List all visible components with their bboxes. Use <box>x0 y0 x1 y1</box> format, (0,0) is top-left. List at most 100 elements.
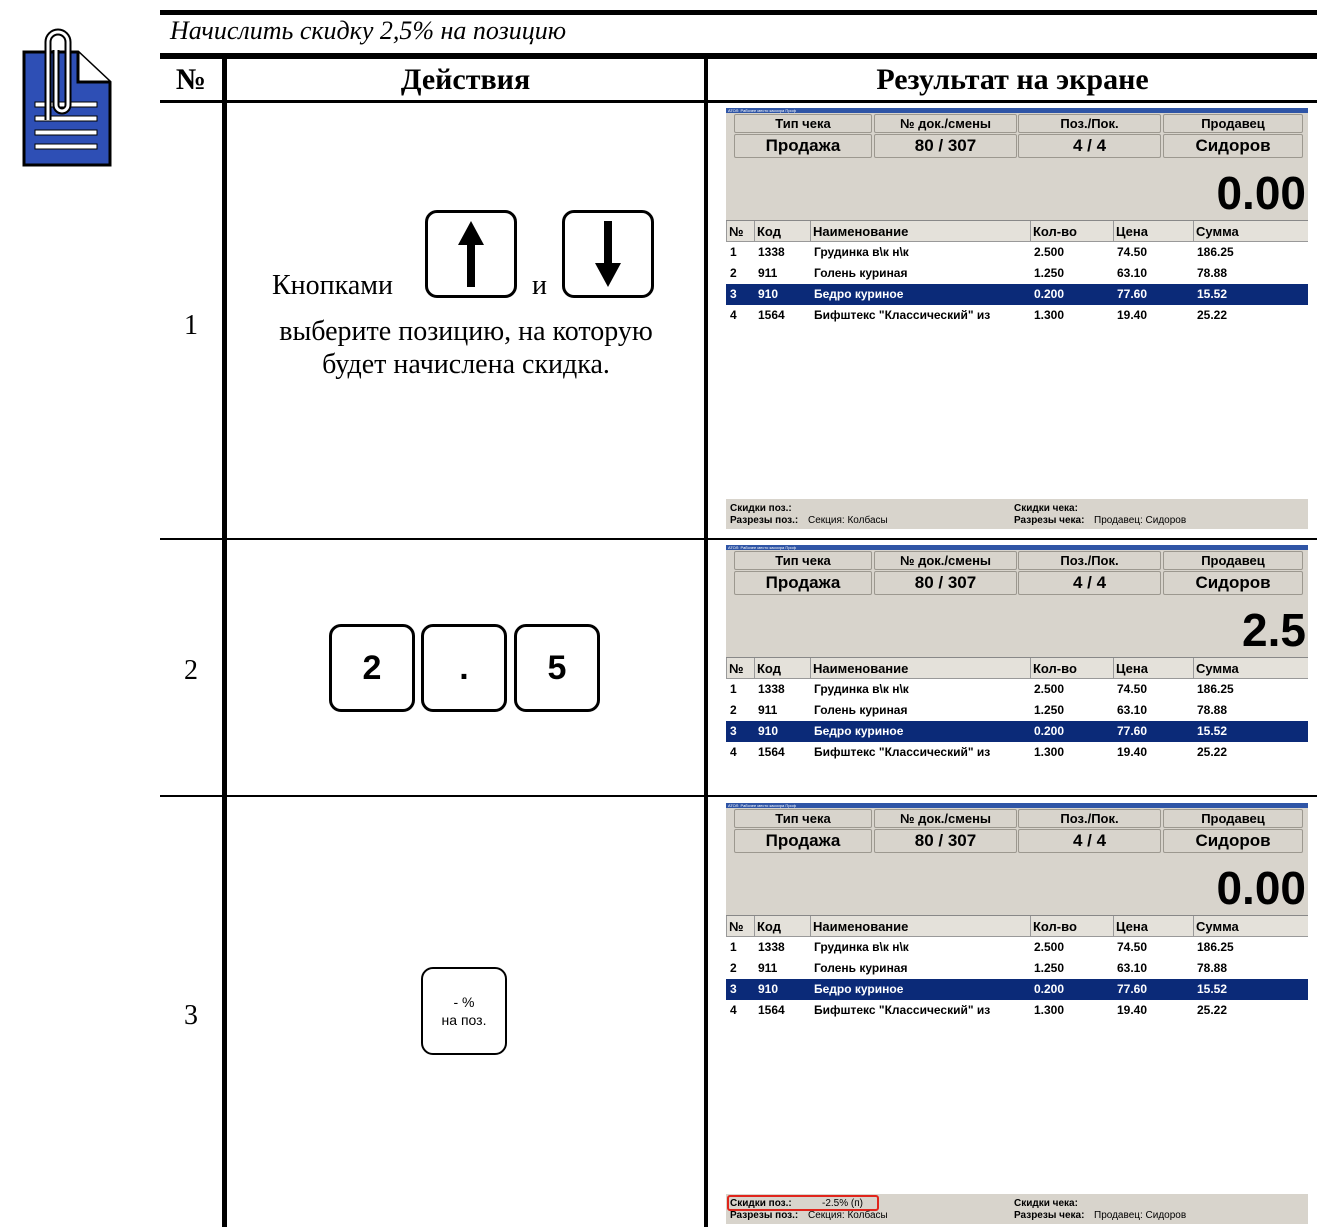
table-row[interactable]: 1 1338 Грудинка в\к н\к 2.500 74.50 186.25 <box>726 679 1308 700</box>
table-cell: 1.300 <box>1034 1003 1065 1017</box>
discount-check-label: Скидки чека: <box>1014 503 1078 514</box>
table-cell: 77.60 <box>1117 982 1148 996</box>
column-header: № <box>726 658 744 679</box>
table-cell: Грудинка в\к н\к <box>814 245 909 259</box>
table-cell: 1564 <box>758 308 785 322</box>
table-header: № Код Наименование Кол-во Цена Сумма <box>726 916 1308 937</box>
value-pos: 4 / 4 <box>1018 571 1161 595</box>
value-seller: Сидоров <box>1163 134 1303 158</box>
status-footer: Скидки поз.: -2.5% (п) Разрезы поз.: Секция… <box>726 1194 1308 1224</box>
window-title: АТОЛ: Рабочее место кассира Проф <box>726 108 1308 113</box>
step-number: 3 <box>184 1000 198 1031</box>
table-cell: 911 <box>758 961 778 975</box>
table-cell: 4 <box>730 308 737 322</box>
table-cell: 910 <box>758 287 779 301</box>
col-divider-1 <box>222 56 227 1227</box>
arrow-up-key <box>425 210 517 298</box>
table-cell: 77.60 <box>1117 287 1148 301</box>
column-header: № <box>726 221 744 242</box>
table-row[interactable]: 4 1564 Бифштекс "Классический" из 1.300 19.4… <box>726 742 1308 763</box>
col-divider-2 <box>704 56 708 1227</box>
amount-display: 0.00 <box>1216 862 1306 914</box>
key-2: 2 <box>329 624 415 712</box>
header-result: Результат на экране <box>876 63 1149 96</box>
page-caption: Начислить скидку 2,5% на позицию <box>170 16 567 45</box>
table-row[interactable]: 2 911 Голень куриная 1.250 63.10 78.88 <box>726 958 1308 979</box>
table-cell: 910 <box>758 724 779 738</box>
table-cell: Голень куриная <box>814 266 908 280</box>
instruction-line-1: Кнопками и <box>272 210 672 301</box>
column-header: Сумма <box>1193 221 1239 242</box>
table-cell: 186.25 <box>1197 682 1234 696</box>
table-cell: 63.10 <box>1117 961 1148 975</box>
table-cell: 15.52 <box>1197 724 1228 738</box>
table-cell: 25.22 <box>1197 308 1228 322</box>
table-cell: 74.50 <box>1117 682 1148 696</box>
table-cell: 19.40 <box>1117 745 1148 759</box>
label-seller: Продавец <box>1163 114 1303 133</box>
highlight-box <box>727 1195 879 1211</box>
table-row[interactable]: 3 910 Бедро куриное 0.200 77.60 15.52 <box>726 284 1308 305</box>
label-doc: № док./смены <box>874 551 1017 570</box>
table-cell: 25.22 <box>1197 1003 1228 1017</box>
label-pos: Поз./Пок. <box>1018 809 1161 828</box>
amount-display: 0.00 <box>1216 167 1306 219</box>
label-type: Тип чека <box>734 114 872 133</box>
table-cell: 2 <box>730 961 737 975</box>
discount-pos-label: Скидки поз.: <box>730 503 792 514</box>
pos-screen: АТОЛ: Рабочее место кассира Проф Тип чека… <box>726 803 1308 1224</box>
table-row[interactable]: 1 1338 Грудинка в\к н\к 2.500 74.50 186.25 <box>726 937 1308 958</box>
cut-pos-label: Разрезы поз.: <box>730 1210 799 1221</box>
step-number: 2 <box>184 655 198 686</box>
step-number: 1 <box>184 310 198 341</box>
pos-screen: АТОЛ: Рабочее место кассира Проф Тип чека… <box>726 108 1308 529</box>
table-cell: 1.250 <box>1034 266 1065 280</box>
label-pos: Поз./Пок. <box>1018 551 1161 570</box>
column-header: Кол-во <box>1030 916 1077 937</box>
table-cell: Бедро куриное <box>814 287 904 301</box>
table-row[interactable]: 2 911 Голень куриная 1.250 63.10 78.88 <box>726 700 1308 721</box>
label-pos: Поз./Пок. <box>1018 114 1161 133</box>
instruction-text: выберите позицию, на которую будет начис… <box>279 316 653 380</box>
table-row[interactable]: 2 911 Голень куриная 1.250 63.10 78.88 <box>726 263 1308 284</box>
label-type: Тип чека <box>734 551 872 570</box>
items-table: № Код Наименование Кол-во Цена Сумма 1 1338 Груд… <box>726 915 1308 1194</box>
table-row[interactable]: 1 1338 Грудинка в\к н\к 2.500 74.50 186.25 <box>726 242 1308 263</box>
table-row[interactable]: 3 910 Бедро куриное 0.200 77.60 15.52 <box>726 721 1308 742</box>
table-row[interactable]: 4 1564 Бифштекс "Классический" из 1.300 19.4… <box>726 305 1308 326</box>
cut-pos-label: Разрезы поз.: <box>730 515 799 526</box>
table-cell: 0.200 <box>1034 982 1065 996</box>
table-cell: 186.25 <box>1197 245 1234 259</box>
table-cell: 186.25 <box>1197 940 1234 954</box>
value-doc: 80 / 307 <box>874 829 1017 853</box>
cut-check-label: Разрезы чека: <box>1014 515 1085 526</box>
table-cell: 1338 <box>758 245 785 259</box>
table-cell: 1.250 <box>1034 961 1065 975</box>
table-cell: 15.52 <box>1197 287 1228 301</box>
table-cell: 63.10 <box>1117 703 1148 717</box>
table-cell: 2.500 <box>1034 245 1065 259</box>
value-type: Продажа <box>734 571 872 595</box>
status-footer: Скидки поз.: Разрезы поз.: Секция: Колбасы… <box>726 499 1308 529</box>
table-cell: 19.40 <box>1117 308 1148 322</box>
table-cell: 63.10 <box>1117 266 1148 280</box>
column-header: Наименование <box>810 658 908 679</box>
table-cell: 78.88 <box>1197 266 1228 280</box>
discount-percent-position-key: - % на поз. <box>421 967 507 1055</box>
key-label-bottom: на поз. <box>441 1012 487 1028</box>
table-cell: 3 <box>730 982 737 996</box>
table-cell: 15.52 <box>1197 982 1228 996</box>
header-actions: Действия <box>400 63 531 96</box>
pos-screen: АТОЛ: Рабочее место кассира Проф Тип чека… <box>726 545 1308 790</box>
column-header: № <box>726 916 744 937</box>
table-cell: 1564 <box>758 1003 785 1017</box>
table-cell: 2.500 <box>1034 682 1065 696</box>
column-header: Наименование <box>810 221 908 242</box>
items-table: № Код Наименование Кол-во Цена Сумма 1 1338 Груд… <box>726 220 1308 499</box>
value-pos: 4 / 4 <box>1018 134 1161 158</box>
table-cell: 1.300 <box>1034 745 1065 759</box>
table-row[interactable]: 3 910 Бедро куриное 0.200 77.60 15.52 <box>726 979 1308 1000</box>
table-row[interactable]: 4 1564 Бифштекс "Классический" из 1.300 19.4… <box>726 1000 1308 1021</box>
header-num: № <box>175 63 207 96</box>
value-doc: 80 / 307 <box>874 134 1017 158</box>
